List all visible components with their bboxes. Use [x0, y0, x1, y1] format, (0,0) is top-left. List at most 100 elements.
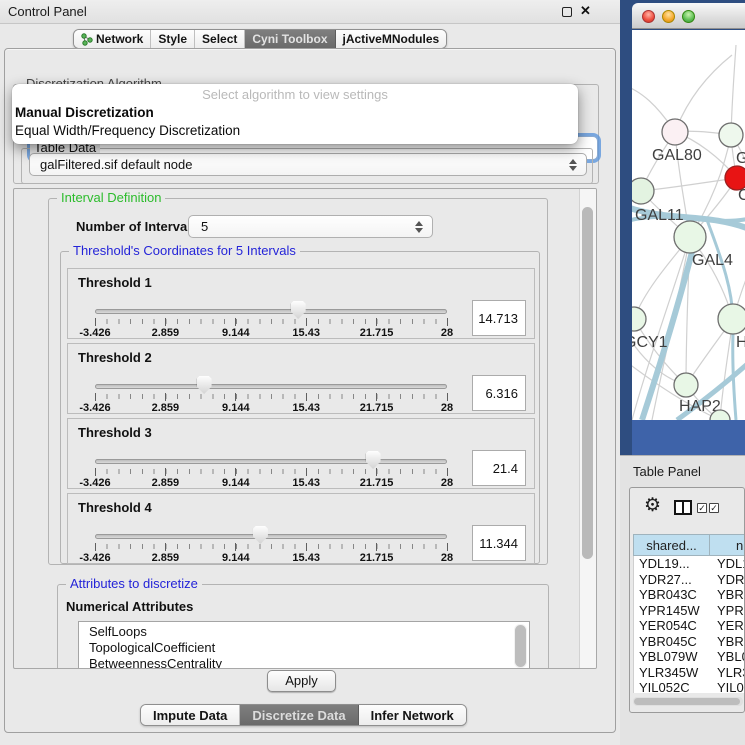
- tab-style[interactable]: Style: [151, 30, 195, 48]
- table-row[interactable]: YER054CYER0: [634, 618, 745, 634]
- network-node-h[interactable]: [718, 304, 745, 334]
- slider-minor-ticks: [95, 319, 448, 324]
- slider-major-tick: [235, 393, 236, 401]
- table-row[interactable]: YIL052CYIL0: [634, 680, 745, 693]
- network-node-gal[interactable]: [719, 123, 743, 147]
- table-cell: YBR0: [711, 634, 745, 649]
- slider-track[interactable]: [95, 309, 447, 314]
- slider-thumb[interactable]: [197, 376, 212, 394]
- checkbox-icon[interactable]: ✓: [697, 503, 707, 513]
- thresholds-group-title: Threshold's Coordinates for 5 Intervals: [69, 243, 300, 258]
- tab-impute-data[interactable]: Impute Data: [141, 705, 240, 725]
- popup-item-manual-discretization[interactable]: Manual Discretization: [15, 105, 154, 120]
- network-window-titlebar[interactable]: [632, 3, 745, 29]
- slider-tick-label: 9.144: [222, 327, 250, 339]
- minimize-traffic-light-icon[interactable]: [662, 10, 675, 23]
- slider-track[interactable]: [95, 534, 447, 539]
- tab-label: Style: [158, 32, 187, 46]
- attribute-item-topologicalcoefficient[interactable]: TopologicalCoefficient: [89, 640, 529, 656]
- columns-icon[interactable]: [674, 500, 692, 515]
- slider-tick-label: 21.715: [360, 552, 394, 564]
- gear-icon[interactable]: ⚙: [644, 494, 661, 517]
- checkbox-icon[interactable]: ✓: [709, 503, 719, 513]
- table-data-combobox[interactable]: galFiltered.sif default node: [29, 153, 587, 176]
- tab-label: jActiveMNodules: [343, 32, 440, 46]
- slider-thumb[interactable]: [253, 526, 268, 544]
- tab-discretize-data[interactable]: Discretize Data: [240, 705, 358, 725]
- thresholds-group: Threshold's Coordinates for 5 Intervals …: [60, 251, 540, 564]
- tab-cyni-toolbox[interactable]: Cyni Toolbox: [245, 30, 335, 48]
- threshold-label: Threshold 4: [78, 500, 152, 515]
- table-row[interactable]: YDL19...YDL1: [634, 556, 745, 572]
- popup-item-equal-width-frequency-discretization[interactable]: Equal Width/Frequency Discretization: [15, 123, 240, 138]
- slider-tick-label: 28: [441, 477, 453, 489]
- threshold-value-field[interactable]: 21.4: [472, 450, 526, 486]
- slider-track[interactable]: [95, 384, 447, 389]
- popup-placeholder: Select algorithm to view settings: [12, 87, 578, 102]
- slider-major-tick: [306, 318, 307, 326]
- table-row[interactable]: YBL079WYBL0: [634, 649, 745, 665]
- numerical-attributes-list[interactable]: SelfLoopsTopologicalCoefficientBetweenne…: [78, 621, 530, 669]
- slider-tick-label: 28: [441, 552, 453, 564]
- table-row[interactable]: YLR345WYLR3: [634, 665, 745, 681]
- table-cell: YIL052C: [634, 680, 711, 693]
- zoom-traffic-light-icon[interactable]: [682, 10, 695, 23]
- slider-tick-label: 21.715: [360, 402, 394, 414]
- network-view-window[interactable]: GAL80GALCGAL11GAL4GCY1HHAP2: [620, 0, 745, 455]
- network-canvas[interactable]: GAL80GALCGAL11GAL4GCY1HHAP2: [632, 30, 745, 420]
- network-node-gcy1[interactable]: [632, 307, 646, 331]
- table-horizontal-scrollbar[interactable]: [633, 697, 743, 706]
- attributes-list-scrollbar[interactable]: [514, 624, 527, 668]
- slider-major-tick: [376, 318, 377, 326]
- threshold-box-1: Threshold 1-3.4262.8599.14415.4321.71528…: [67, 268, 535, 339]
- network-node-gal11[interactable]: [632, 178, 654, 204]
- column-header-shared[interactable]: shared...: [633, 534, 710, 556]
- slider-tick-label: 9.144: [222, 552, 250, 564]
- tab-infer-network[interactable]: Infer Network: [359, 705, 466, 725]
- threshold-box-3: Threshold 3-3.4262.8599.14415.4321.71528…: [67, 418, 535, 489]
- threshold-value-field[interactable]: 11.344: [472, 525, 526, 561]
- node-label-gal11: GAL11: [635, 207, 684, 224]
- close-icon[interactable]: ✕: [580, 3, 591, 19]
- close-traffic-light-icon[interactable]: [642, 10, 655, 23]
- combo-arrows-icon: [569, 159, 577, 171]
- table-row[interactable]: YPR145WYPR1: [634, 603, 745, 619]
- table-row[interactable]: YBR045CYBR0: [634, 634, 745, 650]
- tab-jactivemnodules[interactable]: jActiveMNodules: [336, 30, 447, 48]
- node-label-gal80: GAL80: [652, 147, 702, 164]
- slider-thumb[interactable]: [291, 301, 306, 319]
- slider-major-tick: [235, 543, 236, 551]
- slider-major-tick: [447, 318, 448, 326]
- settings-scrollbar-thumb[interactable]: [582, 207, 593, 559]
- algorithm-dropdown-popup: Select algorithm to view settings Manual…: [12, 84, 578, 144]
- network-icon: [81, 33, 93, 46]
- slider-thumb[interactable]: [366, 451, 381, 469]
- table-row[interactable]: YDR27...YDR2: [634, 572, 745, 588]
- slider-tick-label: 21.715: [360, 327, 394, 339]
- network-node-gal80[interactable]: [662, 119, 688, 145]
- number-of-intervals-label: Number of Intervals: [76, 219, 198, 234]
- tab-network[interactable]: Network: [74, 30, 151, 48]
- spinner-arrows-icon: [415, 221, 423, 233]
- node-label-gal: GAL: [736, 150, 745, 167]
- slider-tick-label: 21.715: [360, 477, 394, 489]
- table-row[interactable]: YBR043CYBR0: [634, 587, 745, 603]
- network-node-hap2[interactable]: [674, 373, 698, 397]
- slider-track[interactable]: [95, 459, 447, 464]
- table-cell: YLR3: [711, 665, 745, 680]
- threshold-value-field[interactable]: 6.316: [472, 375, 526, 411]
- network-node-gal4[interactable]: [674, 221, 706, 253]
- attribute-item-betweennesscentrality[interactable]: BetweennessCentrality: [89, 656, 529, 669]
- slider-tick-label: 2.859: [152, 477, 180, 489]
- tab-select[interactable]: Select: [195, 30, 245, 48]
- slider-tick-label: -3.426: [79, 477, 110, 489]
- threshold-value-field[interactable]: 14.713: [472, 300, 526, 336]
- slider-major-tick: [306, 543, 307, 551]
- table-cell: YBL0: [711, 649, 745, 664]
- apply-button[interactable]: Apply: [267, 670, 336, 692]
- node-label-c: C: [738, 187, 745, 204]
- column-header-n[interactable]: n: [710, 534, 745, 556]
- attribute-item-selfloops[interactable]: SelfLoops: [89, 624, 529, 640]
- float-window-icon[interactable]: [562, 7, 572, 17]
- number-of-intervals-spinner[interactable]: 5: [188, 215, 433, 238]
